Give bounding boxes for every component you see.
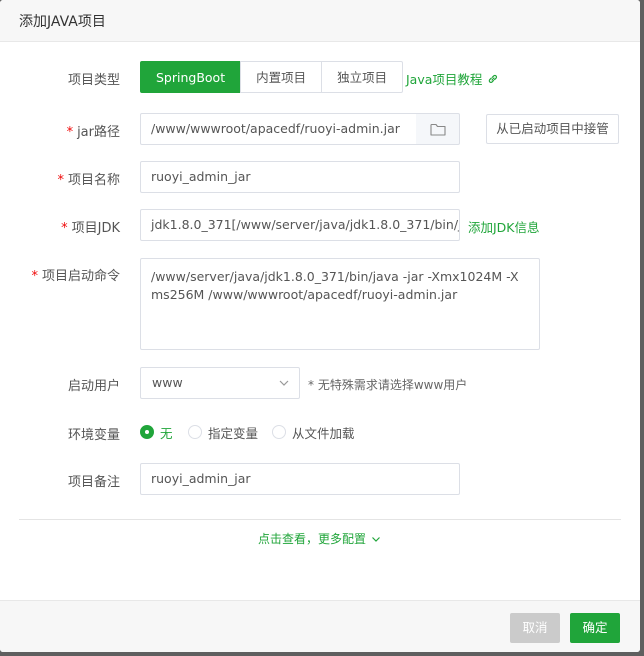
dialog-header: 添加JAVA项目	[0, 0, 640, 42]
more-config-link[interactable]: 点击查看，更多配置	[258, 530, 382, 547]
project-type-label: 项目类型	[67, 73, 120, 88]
project-type-builtin[interactable]: 内置项目	[240, 61, 323, 93]
env-radio-specify[interactable]: 指定变量	[188, 424, 258, 441]
required-mark: *	[57, 173, 64, 188]
required-mark: *	[31, 269, 38, 284]
start-user-select[interactable]: www	[140, 367, 300, 399]
env-vars-label: 环境变量	[67, 428, 120, 443]
project-jdk-label: * 项目JDK	[61, 221, 120, 236]
browse-folder-button[interactable]	[416, 113, 460, 145]
required-mark: *	[61, 221, 68, 236]
project-name-label: * 项目名称	[57, 173, 120, 188]
dialog-footer: 取消 确定	[0, 600, 640, 652]
start-user-hint: * 无特殊需求请选择www用户	[308, 378, 468, 392]
start-user-label: 启动用户	[67, 379, 120, 394]
start-user-value: www	[152, 375, 183, 390]
remark-input[interactable]: ruoyi_admin_jar	[140, 463, 460, 495]
project-type-standalone[interactable]: 独立项目	[321, 61, 404, 93]
takeover-running-project-button[interactable]: 从已启动项目中接管	[486, 114, 619, 144]
start-command-textarea[interactable]: /www/server/java/jdk1.8.0_371/bin/java -…	[140, 258, 540, 350]
env-radio-none[interactable]: 无	[140, 424, 173, 441]
radio-unchecked-icon	[188, 425, 202, 439]
project-name-input[interactable]: ruoyi_admin_jar	[140, 161, 460, 193]
remark-label: 项目备注	[67, 475, 120, 490]
radio-checked-icon	[140, 425, 154, 439]
chevron-down-icon	[279, 380, 289, 386]
env-radio-from-file[interactable]: 从文件加载	[272, 424, 355, 441]
add-java-project-dialog: 添加JAVA项目 项目类型 SpringBoot 内置项目 独立项目 Java项…	[0, 0, 640, 652]
add-jdk-link[interactable]: 添加JDK信息	[468, 217, 540, 236]
dialog-title: 添加JAVA项目	[19, 14, 106, 30]
external-link-icon	[489, 74, 498, 83]
project-type-selector: SpringBoot 内置项目 独立项目	[140, 61, 404, 93]
project-type-springboot[interactable]: SpringBoot	[140, 61, 242, 93]
radio-unchecked-icon	[272, 425, 286, 439]
folder-icon	[429, 123, 446, 136]
java-tutorial-link[interactable]: Java项目教程	[406, 69, 499, 88]
confirm-button[interactable]: 确定	[570, 613, 620, 643]
jar-path-label: * jar路径	[66, 125, 120, 140]
divider	[19, 519, 621, 520]
cancel-button[interactable]: 取消	[510, 613, 560, 643]
required-mark: *	[66, 125, 74, 140]
start-command-label: * 项目启动命令	[31, 269, 120, 284]
project-jdk-select[interactable]: jdk1.8.0_371[/www/server/java/jdk1.8.0_3…	[140, 209, 460, 241]
chevron-down-icon	[372, 536, 380, 542]
jar-path-input[interactable]: /www/wwwroot/apacedf/ruoyi-admin.jar	[140, 113, 417, 145]
